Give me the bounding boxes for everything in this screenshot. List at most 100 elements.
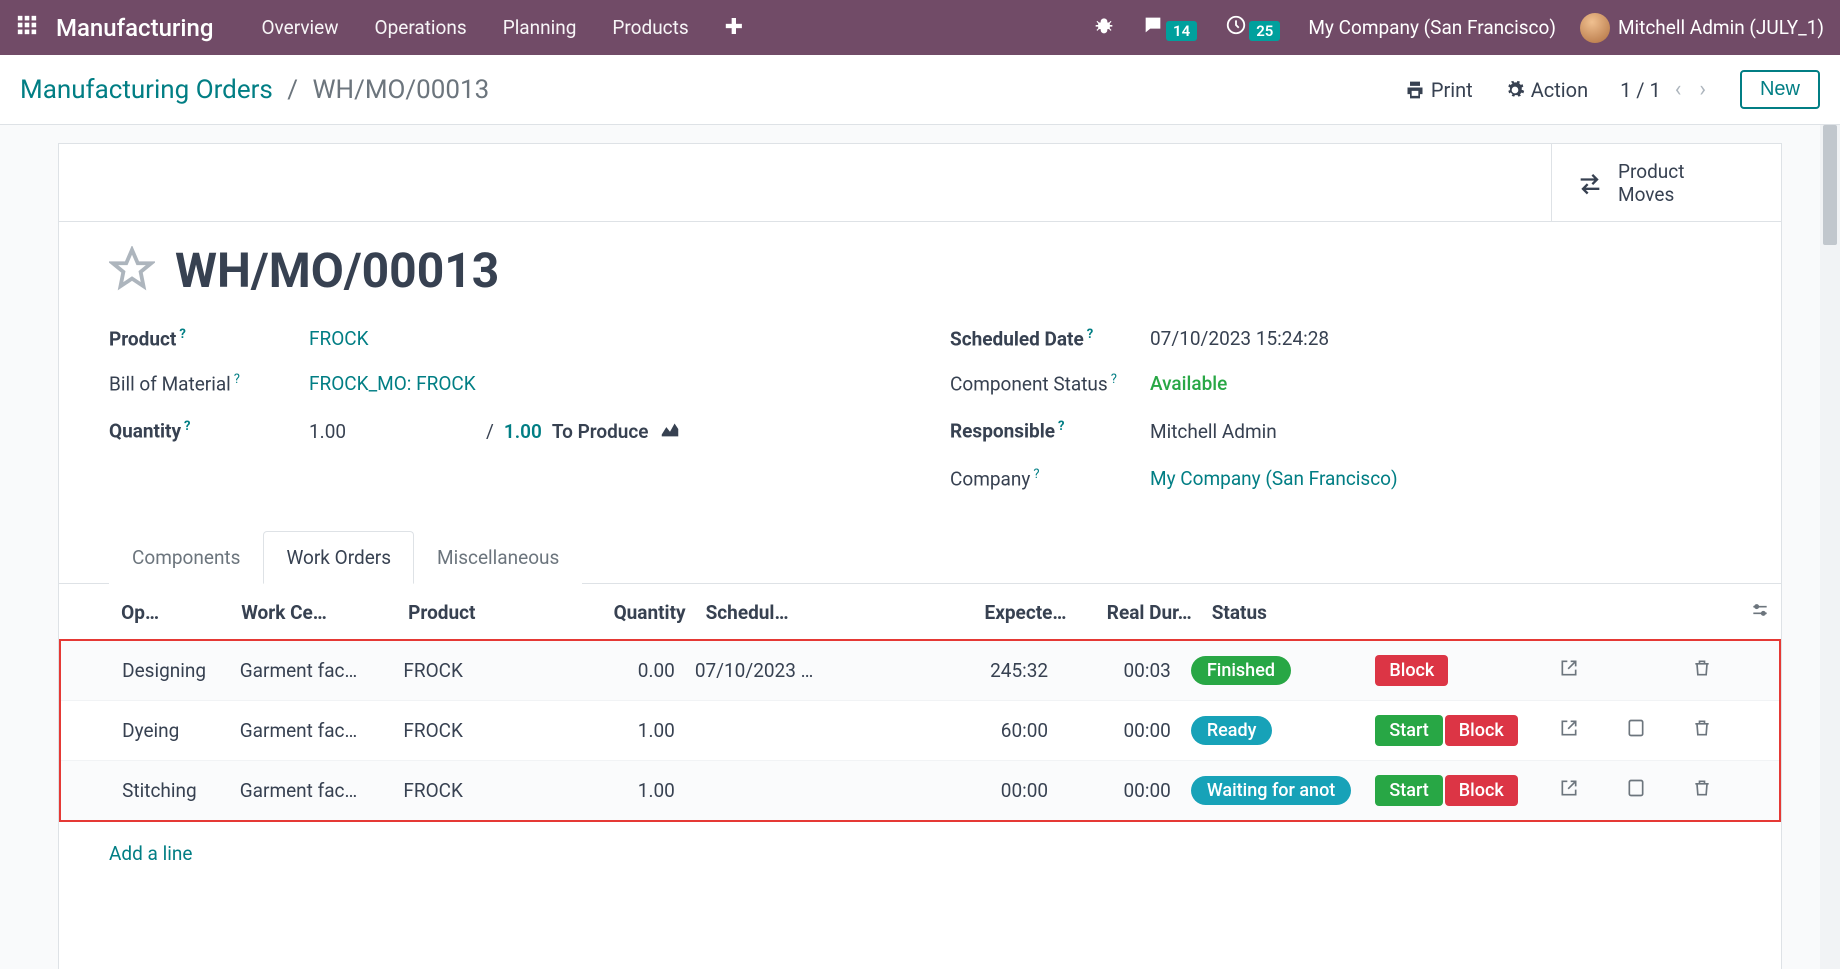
product-value[interactable]: FROCK <box>309 327 369 350</box>
cell-scheduled[interactable] <box>685 760 859 820</box>
scheduled-date-value[interactable]: 07/10/2023 15:24:28 <box>1150 327 1329 350</box>
company-switcher[interactable]: My Company (San Francisco) <box>1294 16 1570 39</box>
cell-scheduled[interactable] <box>685 700 859 760</box>
user-menu[interactable]: Mitchell Admin (JULY_1) <box>1618 16 1824 39</box>
pager-next-icon[interactable]: › <box>1695 77 1710 102</box>
vertical-scrollbar[interactable] <box>1820 125 1840 969</box>
table-row[interactable]: DyeingGarment fac…FROCK1.0060:0000:00Rea… <box>61 700 1779 760</box>
product-label: Product? <box>109 327 309 350</box>
block-button[interactable]: Block <box>1445 715 1518 746</box>
help-icon[interactable]: ? <box>184 419 190 434</box>
cell-realdur[interactable]: 00:00 <box>1058 760 1181 820</box>
col-status[interactable]: Status <box>1202 584 1369 639</box>
product-moves-button[interactable]: Product Moves <box>1551 144 1781 221</box>
app-brand[interactable]: Manufacturing <box>56 14 213 42</box>
help-icon[interactable]: ? <box>1033 467 1039 482</box>
pager-prev-icon[interactable]: ‹ <box>1671 77 1686 102</box>
cell-quantity[interactable]: 0.00 <box>577 641 684 701</box>
tablet-icon[interactable] <box>1620 782 1652 803</box>
cell-realdur[interactable]: 00:00 <box>1058 700 1181 760</box>
nav-planning[interactable]: Planning <box>485 16 595 39</box>
external-link-icon[interactable] <box>1553 662 1585 683</box>
debug-bug-icon[interactable] <box>1080 15 1128 40</box>
cell-product[interactable]: FROCK <box>393 760 577 820</box>
cell-workcenter[interactable]: Garment fac… <box>230 641 394 701</box>
new-button[interactable]: New <box>1740 70 1820 109</box>
cell-workcenter[interactable]: Garment fac… <box>230 760 394 820</box>
table-options-icon[interactable] <box>1750 602 1770 625</box>
add-line-link[interactable]: Add a line <box>59 822 1781 885</box>
component-status-label: Component Status? <box>950 372 1150 395</box>
trash-icon[interactable] <box>1686 782 1718 803</box>
user-avatar[interactable] <box>1580 13 1610 43</box>
trash-icon[interactable] <box>1686 662 1718 683</box>
block-button[interactable]: Block <box>1445 775 1518 806</box>
activities-icon[interactable]: 25 <box>1211 14 1294 41</box>
cell-product[interactable]: FROCK <box>393 700 577 760</box>
col-operation[interactable]: Op… <box>111 584 231 639</box>
help-icon[interactable]: ? <box>179 327 185 342</box>
help-icon[interactable]: ? <box>1111 372 1117 387</box>
component-status-value: Available <box>1150 372 1227 395</box>
trash-icon[interactable] <box>1686 722 1718 743</box>
col-quantity[interactable]: Quantity <box>586 584 696 639</box>
tab-miscellaneous[interactable]: Miscellaneous <box>414 531 582 584</box>
scheduled-date-label: Scheduled Date? <box>950 327 1150 350</box>
pager-value[interactable]: 1 / 1 <box>1620 78 1661 102</box>
tab-work-orders[interactable]: Work Orders <box>263 531 414 584</box>
cell-operation[interactable]: Dyeing <box>112 700 230 760</box>
col-product[interactable]: Product <box>398 584 586 639</box>
print-button[interactable]: Print <box>1389 78 1489 102</box>
external-link-icon[interactable] <box>1553 722 1585 743</box>
quantity-toproduce: To Produce <box>552 420 649 443</box>
work-orders-table: Op… Work Ce… Product Quantity Schedul… E… <box>59 584 1781 639</box>
external-link-icon[interactable] <box>1553 782 1585 803</box>
cell-quantity[interactable]: 1.00 <box>577 760 684 820</box>
cell-scheduled[interactable]: 07/10/2023 … <box>685 641 859 701</box>
work-orders-panel: Op… Work Ce… Product Quantity Schedul… E… <box>59 584 1781 885</box>
cell-operation[interactable]: Designing <box>112 641 230 701</box>
quantity-label: Quantity? <box>109 419 309 442</box>
quantity-sep: / <box>486 420 494 443</box>
breadcrumb-current: WH/MO/00013 <box>312 75 489 105</box>
nav-products[interactable]: Products <box>594 16 706 39</box>
bom-value[interactable]: FROCK_MO: FROCK <box>309 372 476 395</box>
table-row[interactable]: DesigningGarment fac…FROCK0.0007/10/2023… <box>61 641 1779 701</box>
cell-expected[interactable]: 245:32 <box>859 641 1058 701</box>
company-value[interactable]: My Company (San Francisco) <box>1150 467 1398 490</box>
breadcrumb-root[interactable]: Manufacturing Orders <box>20 75 273 105</box>
forecast-chart-icon[interactable] <box>659 418 681 445</box>
block-button[interactable]: Block <box>1375 655 1448 686</box>
scrollbar-thumb[interactable] <box>1823 125 1837 245</box>
tab-components[interactable]: Components <box>109 531 263 584</box>
cell-product[interactable]: FROCK <box>393 641 577 701</box>
col-scheduled[interactable]: Schedul… <box>696 584 873 639</box>
control-panel: Manufacturing Orders / WH/MO/00013 Print… <box>0 55 1840 125</box>
col-expected[interactable]: Expecte… <box>873 584 1077 639</box>
messages-icon[interactable]: 14 <box>1128 14 1211 41</box>
nav-add-icon[interactable]: ✚ <box>707 15 761 40</box>
help-icon[interactable]: ? <box>1058 419 1064 434</box>
cell-expected[interactable]: 00:00 <box>859 760 1058 820</box>
help-icon[interactable]: ? <box>234 372 240 387</box>
apps-grid-icon[interactable] <box>16 14 38 41</box>
action-button[interactable]: Action <box>1489 78 1604 102</box>
quantity-divisor[interactable]: 1.00 <box>504 420 542 443</box>
cell-quantity[interactable]: 1.00 <box>577 700 684 760</box>
cell-realdur[interactable]: 00:03 <box>1058 641 1181 701</box>
col-realdur[interactable]: Real Dur… <box>1076 584 1201 639</box>
table-row[interactable]: StitchingGarment fac…FROCK1.00 00:0000:00… <box>61 760 1779 820</box>
nav-overview[interactable]: Overview <box>243 16 356 39</box>
priority-star-icon[interactable] <box>109 246 155 296</box>
start-button[interactable]: Start <box>1375 715 1442 746</box>
tablet-icon[interactable] <box>1620 722 1652 743</box>
nav-operations[interactable]: Operations <box>357 16 485 39</box>
start-button[interactable]: Start <box>1375 775 1442 806</box>
help-icon[interactable]: ? <box>1087 327 1093 342</box>
responsible-value[interactable]: Mitchell Admin <box>1150 420 1277 443</box>
cell-workcenter[interactable]: Garment fac… <box>230 700 394 760</box>
cell-operation[interactable]: Stitching <box>112 760 230 820</box>
cell-expected[interactable]: 60:00 <box>859 700 1058 760</box>
col-workcenter[interactable]: Work Ce… <box>231 584 398 639</box>
quantity-value[interactable]: 1.00 <box>309 420 346 443</box>
